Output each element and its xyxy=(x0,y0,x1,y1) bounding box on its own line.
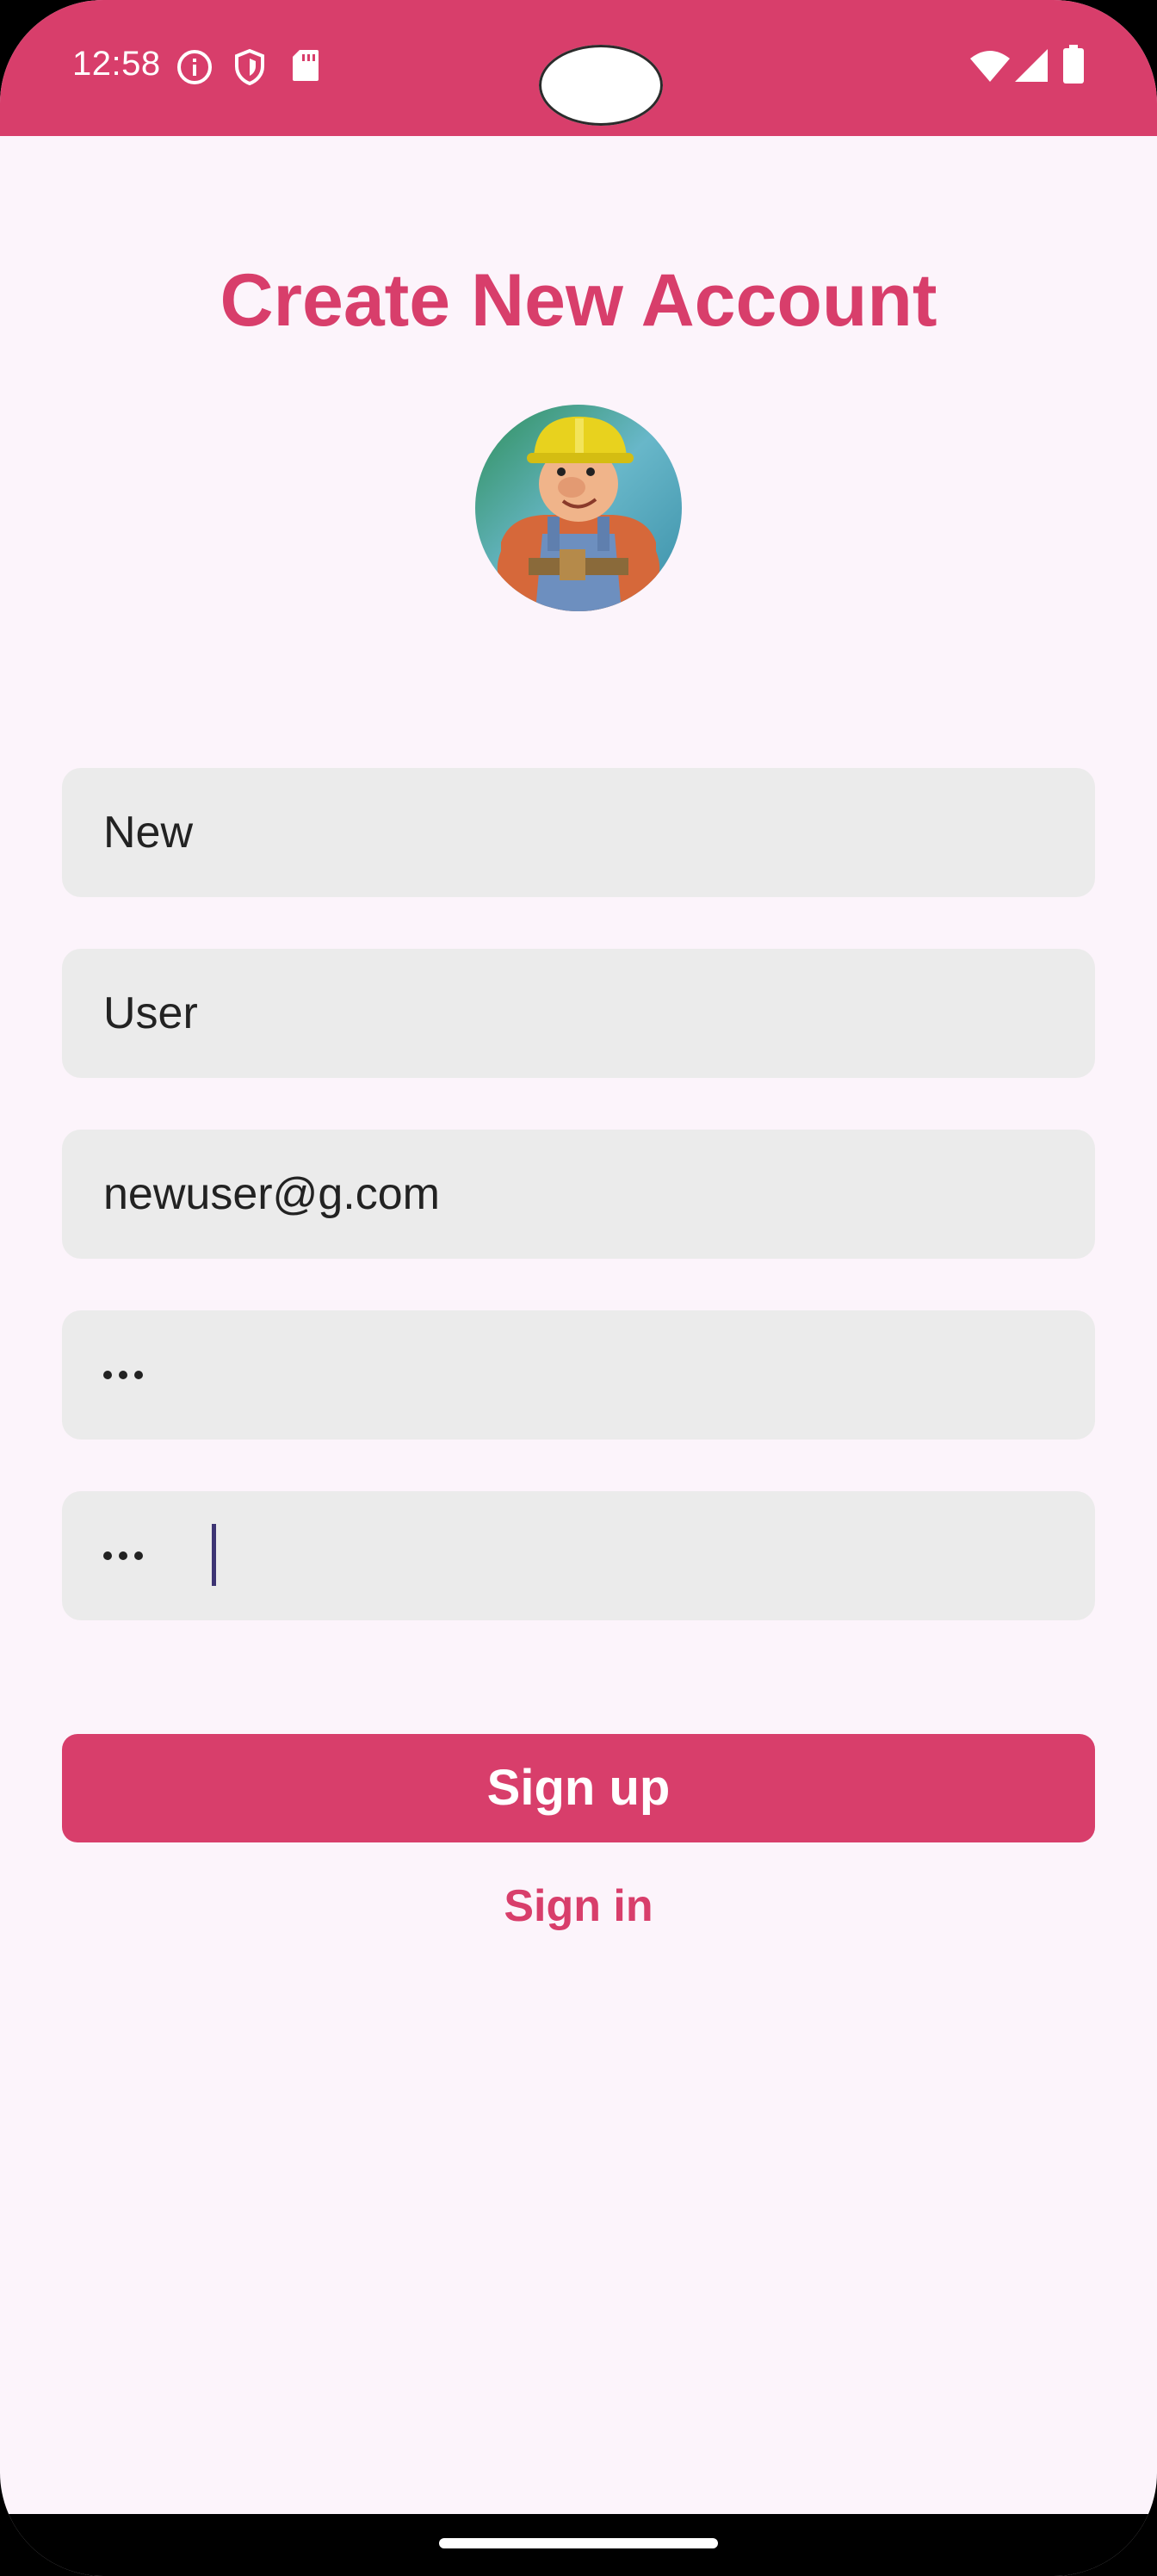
sign-up-button[interactable]: Sign up xyxy=(62,1734,1095,1842)
camera-cutout xyxy=(539,45,663,126)
avatar-image xyxy=(475,405,682,611)
status-bar: 12:58 xyxy=(0,0,1157,136)
first-name-value: New xyxy=(103,808,194,858)
battery-icon xyxy=(1063,45,1084,84)
shield-icon xyxy=(235,48,264,86)
status-time: 12:58 xyxy=(72,45,161,83)
sd-card-icon xyxy=(293,50,319,81)
signal-icon xyxy=(1015,49,1048,82)
confirm-password-field[interactable] xyxy=(62,1491,1095,1620)
last-name-value: User xyxy=(103,988,198,1038)
confirm-password-mask xyxy=(103,1551,143,1560)
phone-screen: 12:58 Create New Account New User newuse… xyxy=(0,0,1157,2576)
wifi-icon xyxy=(970,51,1010,82)
first-name-field[interactable]: New xyxy=(62,768,1095,897)
password-mask xyxy=(103,1371,143,1379)
info-icon xyxy=(177,50,212,84)
last-name-field[interactable]: User xyxy=(62,949,1095,1078)
email-field[interactable]: newuser@g.com xyxy=(62,1130,1095,1259)
sign-in-link[interactable]: Sign in xyxy=(0,1880,1157,1932)
text-cursor xyxy=(212,1524,216,1586)
avatar[interactable] xyxy=(475,405,682,611)
home-gesture-handle[interactable] xyxy=(439,2538,718,2548)
email-value: newuser@g.com xyxy=(103,1169,440,1219)
password-field[interactable] xyxy=(62,1310,1095,1440)
page-title: Create New Account xyxy=(220,259,937,342)
